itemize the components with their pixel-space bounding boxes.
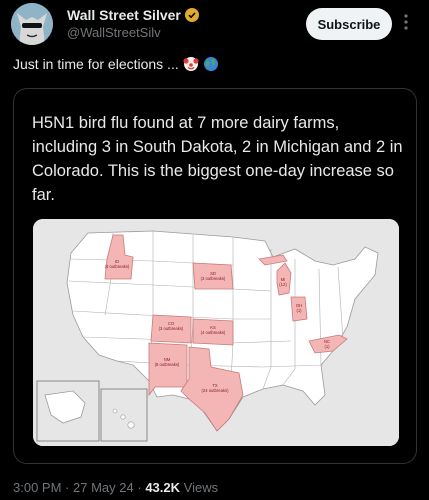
tweet-text: Just in time for elections ...	[13, 56, 219, 72]
label-oh-note: (1)	[296, 308, 302, 313]
label-co-note: (3 outbreaks)	[159, 326, 184, 331]
sunglasses-wolf-avatar-icon	[11, 3, 53, 45]
views-label: Views	[183, 480, 219, 495]
state-nm	[148, 342, 188, 397]
subscribe-button[interactable]: Subscribe	[306, 8, 392, 40]
meta-separator: ·	[137, 480, 142, 495]
tweet-date[interactable]: 27 May 24	[73, 480, 134, 495]
outbreak-map: ID (4 outbreaks) SD (3 outbreaks) CO (3 …	[33, 219, 399, 446]
tweet-meta: 3:00 PM · 27 May 24 · 43.2K Views	[13, 480, 218, 495]
clown-face-emoji-icon	[183, 57, 199, 71]
avatar[interactable]	[11, 3, 53, 45]
label-tx-note: (24 outbreaks)	[202, 388, 230, 393]
user-handle[interactable]: @WallStreetSilv	[67, 25, 161, 40]
label-nm-note: (8 outbreaks)	[155, 362, 180, 367]
label-sd-note: (3 outbreaks)	[201, 276, 226, 281]
display-name[interactable]: Wall Street Silver	[67, 7, 181, 23]
tweet-header: Wall Street Silver @WallStreetSilv Subsc…	[0, 0, 429, 48]
label-id-note: (4 outbreaks)	[105, 264, 130, 269]
tweet-body: Just in time for elections ...	[13, 56, 179, 72]
label-mi-note: (12)	[279, 282, 287, 287]
image-card[interactable]: H5N1 bird flu found at 7 more dairy farm…	[13, 88, 417, 464]
more-vertical-icon[interactable]	[402, 12, 410, 32]
label-nc-note: (1)	[324, 344, 330, 349]
verified-badge-icon	[184, 8, 199, 22]
meta-separator: ·	[65, 480, 70, 495]
label-ks-note: (4 outbreaks)	[201, 330, 226, 335]
views-count: 43.2K	[145, 480, 181, 495]
tweet-time[interactable]: 3:00 PM	[13, 480, 61, 495]
us-map: ID (4 outbreaks) SD (3 outbreaks) CO (3 …	[33, 219, 399, 446]
image-headline: H5N1 bird flu found at 7 more dairy farm…	[32, 114, 403, 204]
globe-emoji-icon	[203, 57, 218, 71]
